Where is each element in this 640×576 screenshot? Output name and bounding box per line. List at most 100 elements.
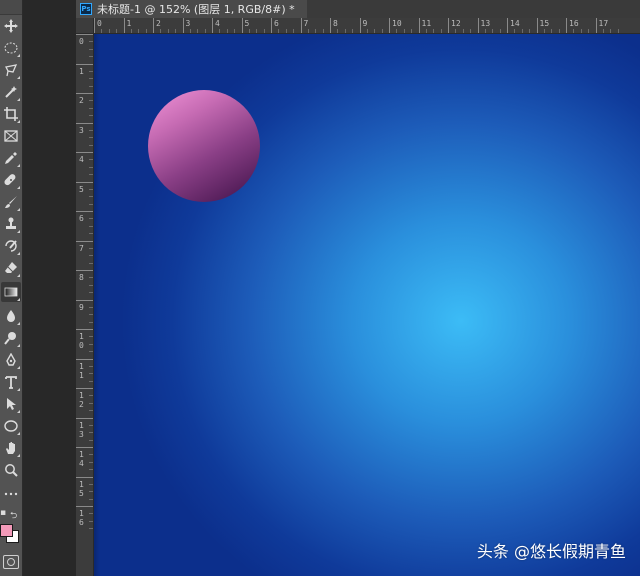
type-icon[interactable]: [1, 372, 21, 392]
ruler-minor-tick: [403, 29, 405, 33]
ruler-label: 0: [79, 37, 84, 46]
ruler-minor-tick: [89, 174, 93, 176]
ellipse-shape-icon[interactable]: [1, 416, 21, 436]
ruler-label: 13: [79, 420, 84, 439]
panel-grip[interactable]: [0, 0, 22, 15]
ruler-minor-tick: [89, 188, 93, 190]
ruler-label: 4: [215, 19, 220, 28]
ruler-label: 17: [598, 19, 609, 28]
gradient-icon[interactable]: [1, 282, 21, 302]
ruler-minor-tick: [89, 196, 93, 198]
ruler-minor-tick: [352, 29, 354, 33]
ruler-minor-tick: [89, 498, 93, 500]
ruler-label: 12: [79, 391, 84, 409]
ruler-label: 5: [244, 19, 250, 28]
healing-brush-icon[interactable]: [1, 170, 21, 190]
quick-mask-icon[interactable]: [3, 555, 19, 569]
document-tab[interactable]: Ps 未标题-1 @ 152% (图层 1, RGB/8#) *: [76, 0, 307, 18]
blur-icon[interactable]: [1, 306, 21, 326]
ruler-minor-tick: [89, 380, 93, 382]
ruler-tick-h: 12: [448, 18, 461, 33]
ruler-minor-tick: [175, 29, 177, 33]
hand-icon[interactable]: [1, 438, 21, 458]
ruler-tick-h: 5: [241, 18, 249, 33]
more-tools-icon[interactable]: [1, 484, 21, 504]
ruler-label: 8: [79, 273, 84, 282]
ruler-minor-tick: [278, 29, 280, 33]
ruler-minor-tick: [307, 29, 309, 33]
document-canvas[interactable]: 头条 @悠长假期青鱼: [94, 34, 640, 576]
ruler-tick-v: 15: [76, 476, 93, 498]
ruler-minor-tick: [285, 29, 287, 33]
eyedropper-icon[interactable]: [1, 148, 21, 168]
ruler-tick-v: 9: [76, 299, 93, 312]
ruler-tick-v: 14: [76, 447, 93, 468]
ruler-label: 8: [333, 19, 338, 28]
ruler-minor-tick: [116, 29, 118, 33]
history-brush-icon[interactable]: [1, 236, 21, 256]
pen-icon[interactable]: [1, 350, 21, 370]
ruler-origin[interactable]: [76, 18, 94, 34]
move-icon[interactable]: [1, 16, 21, 36]
ruler-tick-v: 10: [76, 329, 93, 350]
ruler-minor-tick: [89, 255, 93, 257]
ruler-tick-h: 3: [182, 18, 190, 33]
ruler-tick-h: 8: [330, 18, 338, 33]
ruler-minor-tick: [514, 29, 516, 33]
watermark-text: 头条 @悠长假期青鱼: [476, 542, 626, 561]
vertical-ruler[interactable]: 012345678910111213141516: [76, 34, 94, 576]
ruler-minor-tick: [89, 203, 93, 205]
ruler-minor-tick: [89, 424, 93, 426]
ruler-minor-tick: [89, 513, 93, 515]
clone-stamp-icon[interactable]: [1, 214, 21, 234]
ruler-tick-v: 5: [76, 181, 93, 194]
photoshop-icon: Ps: [80, 3, 92, 15]
ruler-label: 1: [79, 66, 84, 76]
ruler-minor-tick: [130, 29, 132, 33]
lasso-icon[interactable]: [1, 60, 21, 80]
swap-colors-icon[interactable]: ⮌: [10, 508, 17, 524]
ruler-minor-tick: [588, 29, 590, 33]
ruler-minor-tick: [499, 29, 501, 33]
ruler-minor-tick: [89, 137, 93, 139]
ruler-tick-v: 0: [76, 34, 93, 46]
ruler-minor-tick: [617, 29, 619, 33]
ruler-minor-tick: [89, 292, 93, 294]
ruler-minor-tick: [89, 70, 93, 72]
ruler-minor-tick: [160, 29, 162, 33]
frame-icon[interactable]: [1, 126, 21, 146]
document-title: 未标题-1 @ 152% (图层 1, RGB/8#) *: [97, 3, 295, 16]
default-colors-icon[interactable]: ▪: [0, 508, 6, 518]
ruler-minor-tick: [219, 29, 221, 33]
ruler-tick-v: 3: [76, 122, 93, 135]
ruler-minor-tick: [573, 29, 575, 33]
path-selection-icon[interactable]: [1, 394, 21, 414]
horizontal-ruler[interactable]: 0 1 2 3 4 5 6 7 8 9 10 11 12 13 14 15 16 17: [94, 18, 640, 34]
ruler-tick-h: 14: [507, 18, 520, 33]
ruler-minor-tick: [89, 306, 93, 308]
ruler-minor-tick: [89, 129, 93, 131]
ruler-label: 4: [79, 155, 84, 164]
ruler-minor-tick: [89, 284, 93, 286]
magic-wand-icon[interactable]: [1, 82, 21, 102]
marquee-ellipse-icon[interactable]: [1, 38, 21, 58]
foreground-color-swatch[interactable]: [0, 524, 13, 537]
ruler-minor-tick: [529, 29, 531, 33]
dodge-icon[interactable]: [1, 328, 21, 348]
ruler-minor-tick: [89, 314, 93, 316]
brush-icon[interactable]: [1, 192, 21, 212]
eraser-icon[interactable]: [1, 258, 21, 278]
ruler-minor-tick: [462, 29, 464, 33]
tools-panel: ▪ ⮌: [0, 0, 23, 576]
ruler-label: 13: [480, 19, 491, 28]
ruler-tick-v: 7: [76, 240, 93, 253]
ruler-tick-v: 6: [76, 211, 93, 223]
crop-icon[interactable]: [1, 104, 21, 124]
ruler-minor-tick: [89, 402, 93, 404]
ruler-minor-tick: [138, 29, 140, 33]
ruler-label: 10: [79, 332, 84, 350]
ruler-minor-tick: [101, 29, 103, 33]
zoom-icon[interactable]: [1, 460, 21, 480]
ruler-minor-tick: [89, 469, 93, 471]
ruler-minor-tick: [89, 351, 93, 353]
